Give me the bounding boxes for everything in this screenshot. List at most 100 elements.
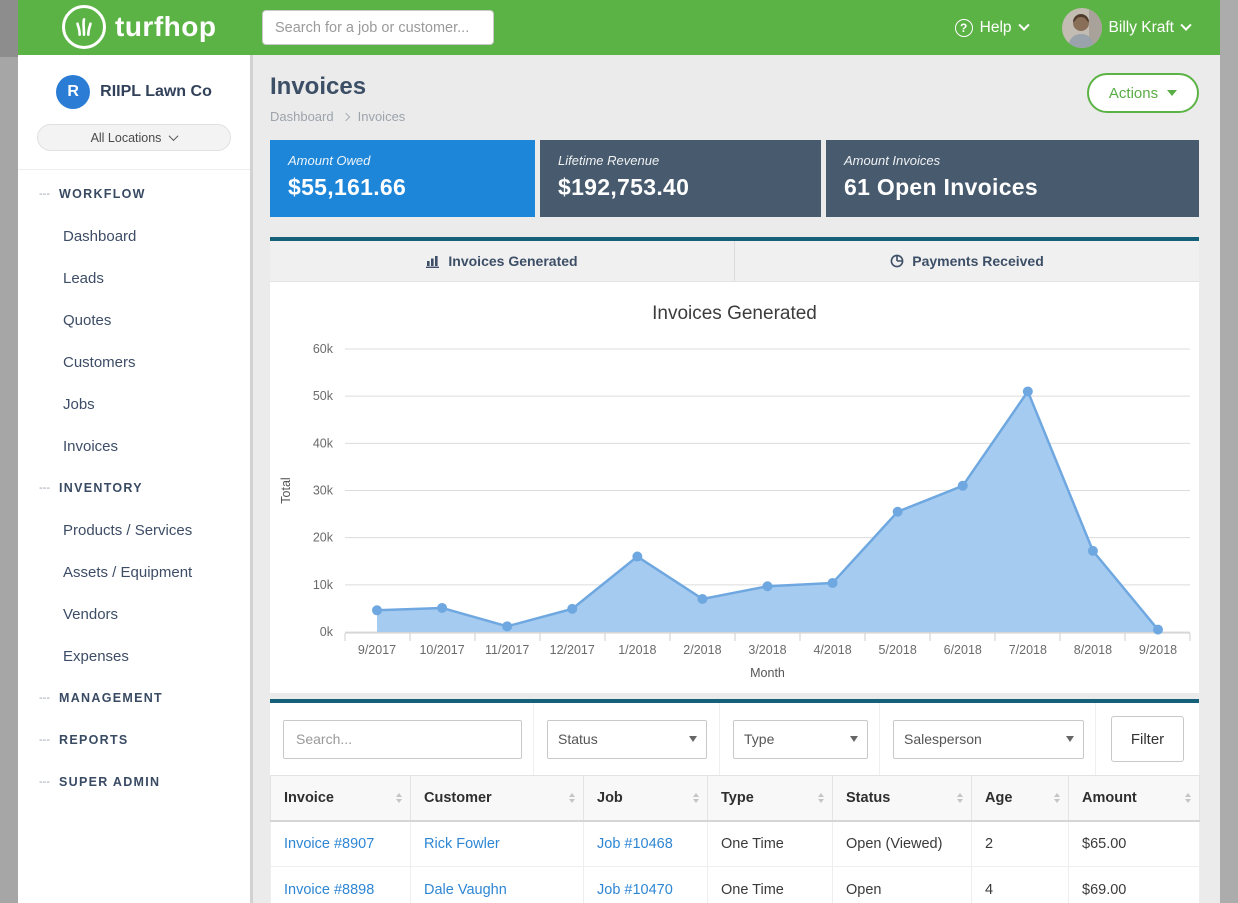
nav-section-inventory[interactable]: ---INVENTORY [18, 467, 250, 509]
sort-icon[interactable] [1185, 793, 1191, 803]
svg-text:2/2018: 2/2018 [683, 643, 721, 657]
svg-text:0k: 0k [320, 625, 334, 639]
company-name: RIIPL Lawn Co [100, 83, 212, 101]
table-row: Invoice #8898 Dale Vaughn Job #10470 One… [271, 867, 1200, 903]
sidebar-item-assets-equipment[interactable]: Assets / Equipment [18, 551, 250, 593]
actions-button[interactable]: Actions [1087, 73, 1199, 113]
customer-link[interactable]: Rick Fowler [424, 836, 500, 852]
type-cell: One Time [708, 867, 833, 903]
user-name[interactable]: Billy Kraft [1109, 19, 1174, 37]
chart-title: Invoices Generated [270, 303, 1199, 325]
svg-text:9/2017: 9/2017 [358, 643, 396, 657]
sidebar-item-jobs[interactable]: Jobs [18, 383, 250, 425]
tab-payments-received[interactable]: Payments Received [734, 241, 1199, 281]
help-menu[interactable]: Help [980, 19, 1012, 37]
svg-text:1/2018: 1/2018 [618, 643, 656, 657]
sort-icon[interactable] [818, 793, 824, 803]
nav-section-workflow[interactable]: ---WORKFLOW [18, 173, 250, 215]
col-age[interactable]: Age [972, 776, 1069, 821]
dashes-icon: --- [39, 776, 50, 788]
svg-text:Total: Total [279, 477, 293, 503]
table-header-row: Invoice Customer Job Type Status Age Amo… [271, 776, 1200, 821]
stat-label: Amount Invoices [844, 153, 1181, 168]
left-scrollbar-thumb[interactable] [0, 0, 18, 57]
table-search-input[interactable] [283, 720, 522, 759]
salesperson-select[interactable]: Salesperson [893, 720, 1084, 759]
left-scrollbar[interactable] [0, 0, 18, 903]
chevron-down-icon [169, 131, 179, 141]
nav-section-reports[interactable]: ---REPORTS [18, 719, 250, 761]
col-status[interactable]: Status [833, 776, 972, 821]
invoice-link[interactable]: Invoice #8898 [284, 882, 374, 898]
location-selector[interactable]: All Locations [37, 124, 231, 151]
grass-logo-icon [62, 5, 106, 49]
customer-link[interactable]: Dale Vaughn [424, 882, 507, 898]
global-search-input[interactable] [262, 10, 494, 45]
company-header: R RIIPL Lawn Co [18, 55, 250, 109]
turfhop-logo[interactable]: turfhop [62, 5, 216, 49]
type-select[interactable]: Type [733, 720, 868, 759]
chevron-right-icon [341, 112, 349, 120]
table-row: Invoice #8907 Rick Fowler Job #10468 One… [271, 821, 1200, 867]
filter-button[interactable]: Filter [1111, 716, 1184, 762]
status-cell: Open [833, 867, 972, 903]
svg-text:10/2017: 10/2017 [419, 643, 464, 657]
dashes-icon: --- [39, 188, 50, 200]
breadcrumb: Dashboard Invoices [270, 109, 1199, 124]
sidebar-item-leads[interactable]: Leads [18, 257, 250, 299]
svg-text:50k: 50k [313, 389, 334, 403]
stat-value: $192,753.40 [558, 174, 803, 201]
stat-open-invoices: Amount Invoices 61 Open Invoices [826, 140, 1199, 217]
right-scrollbar[interactable] [1220, 0, 1238, 903]
invoices-table-card: Status Type Salesperson Filter [270, 699, 1199, 903]
sidebar-item-invoices[interactable]: Invoices [18, 425, 250, 467]
svg-text:7/2018: 7/2018 [1009, 643, 1047, 657]
bar-chart-icon [426, 254, 440, 268]
svg-text:40k: 40k [313, 436, 334, 450]
sort-icon[interactable] [1054, 793, 1060, 803]
sort-icon[interactable] [396, 793, 402, 803]
job-link[interactable]: Job #10470 [597, 882, 673, 898]
breadcrumb-dashboard[interactable]: Dashboard [270, 109, 334, 124]
svg-text:8/2018: 8/2018 [1074, 643, 1112, 657]
sort-icon[interactable] [693, 793, 699, 803]
col-customer[interactable]: Customer [411, 776, 584, 821]
invoice-link[interactable]: Invoice #8907 [284, 836, 374, 852]
help-icon: ? [955, 19, 973, 37]
chart-card: Invoices Generated Payments Received Inv… [270, 237, 1199, 693]
chevron-down-icon[interactable] [1018, 19, 1029, 30]
col-job[interactable]: Job [584, 776, 708, 821]
sidebar-item-expenses[interactable]: Expenses [18, 635, 250, 677]
sidebar-item-dashboard[interactable]: Dashboard [18, 215, 250, 257]
sort-icon[interactable] [957, 793, 963, 803]
age-cell: 4 [972, 867, 1069, 903]
dashes-icon: --- [39, 734, 50, 746]
col-invoice[interactable]: Invoice [271, 776, 411, 821]
sidebar-item-customers[interactable]: Customers [18, 341, 250, 383]
amount-cell: $65.00 [1069, 821, 1200, 867]
sidebar-item-vendors[interactable]: Vendors [18, 593, 250, 635]
svg-text:20k: 20k [313, 531, 334, 545]
col-type[interactable]: Type [708, 776, 833, 821]
tab-invoices-generated[interactable]: Invoices Generated [270, 241, 734, 281]
caret-down-icon [1167, 90, 1177, 96]
pie-chart-icon [890, 254, 904, 268]
svg-text:3/2018: 3/2018 [748, 643, 786, 657]
chevron-down-icon[interactable] [1180, 19, 1191, 30]
svg-text:5/2018: 5/2018 [879, 643, 917, 657]
sort-icon[interactable] [569, 793, 575, 803]
breadcrumb-invoices: Invoices [358, 109, 406, 124]
col-amount[interactable]: Amount [1069, 776, 1200, 821]
main-content: Invoices Dashboard Invoices Actions Amou… [270, 55, 1199, 903]
nav-section-management[interactable]: ---MANAGEMENT [18, 677, 250, 719]
svg-text:60k: 60k [313, 342, 334, 356]
job-link[interactable]: Job #10468 [597, 836, 673, 852]
svg-text:9/2018: 9/2018 [1139, 643, 1177, 657]
svg-text:4/2018: 4/2018 [813, 643, 851, 657]
nav-section-super-admin[interactable]: ---SUPER ADMIN [18, 761, 250, 803]
user-avatar[interactable] [1062, 8, 1102, 48]
status-select[interactable]: Status [547, 720, 707, 759]
sidebar-item-products-services[interactable]: Products / Services [18, 509, 250, 551]
sidebar-item-quotes[interactable]: Quotes [18, 299, 250, 341]
age-cell: 2 [972, 821, 1069, 867]
